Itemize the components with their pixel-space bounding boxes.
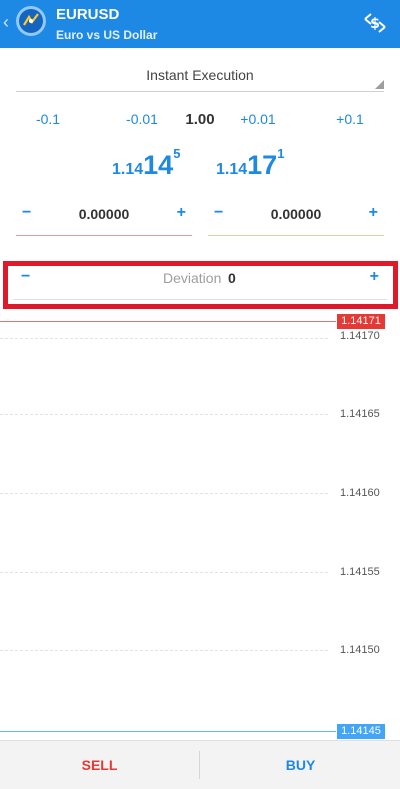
bid-price-line — [0, 731, 336, 732]
execution-type-label: Instant Execution — [146, 67, 254, 83]
buy-button[interactable]: BUY — [201, 741, 400, 789]
bid-price-point: 5 — [173, 145, 181, 161]
grid-line — [0, 572, 328, 573]
grid-line — [0, 414, 328, 415]
price-level-label: 1.14150 — [340, 644, 380, 656]
price-level-label: 1.14160 — [340, 487, 380, 499]
deviation-label: Deviation — [163, 270, 222, 286]
dropdown-corner-icon — [375, 80, 384, 89]
execution-type-dropdown[interactable]: Instant Execution — [16, 58, 384, 92]
price-level-label: 1.14165 — [340, 408, 380, 420]
bid-price: 1.14145 — [112, 146, 180, 181]
volume-minus-0.01-button[interactable]: -0.01 — [112, 111, 172, 127]
stop-loss-increase-button[interactable]: + — [177, 204, 186, 222]
top-app-bar: ‹ EURUSD Euro vs US Dollar $ — [0, 0, 400, 48]
deviation-decrease-button[interactable]: − — [21, 268, 30, 286]
bid-price-tag: 1.14145 — [337, 724, 385, 739]
take-profit-stepper[interactable]: − 0.00000 + — [208, 198, 384, 236]
chevron-left-icon[interactable]: ‹ — [3, 12, 9, 33]
bid-price-prefix: 1.14 — [112, 161, 144, 178]
volume-minus-0.1-button[interactable]: -0.1 — [18, 111, 78, 127]
symbol-name: EURUSD — [56, 6, 120, 23]
symbol-description: Euro vs US Dollar — [56, 28, 158, 42]
svg-text:$: $ — [370, 16, 380, 32]
order-actions-bar: SELL BUY — [0, 740, 400, 789]
take-profit-value[interactable]: 0.00000 — [208, 206, 384, 222]
ask-price-pips: 17 — [247, 150, 278, 180]
price-level-label: 1.14170 — [340, 330, 380, 342]
stop-loss-stepper[interactable]: − 0.00000 + — [16, 198, 192, 236]
stop-loss-value[interactable]: 0.00000 — [16, 206, 192, 222]
ask-price: 1.14171 — [216, 146, 284, 181]
grid-line — [0, 338, 328, 339]
bid-price-pips: 14 — [143, 150, 174, 180]
volume-plus-0.1-button[interactable]: +0.1 — [320, 111, 380, 127]
volume-plus-0.01-button[interactable]: +0.01 — [228, 111, 288, 127]
deviation-value[interactable]: 0 — [228, 270, 236, 286]
grid-line — [0, 650, 328, 651]
deviation-stepper[interactable]: − Deviation 0 + — [13, 268, 387, 300]
actions-divider — [199, 751, 200, 779]
take-profit-increase-button[interactable]: + — [369, 204, 378, 222]
sell-button[interactable]: SELL — [0, 741, 199, 789]
volume-value[interactable]: 1.00 — [170, 111, 230, 128]
ask-price-prefix: 1.14 — [216, 161, 248, 178]
app-logo-icon[interactable] — [16, 6, 46, 36]
deviation-increase-button[interactable]: + — [370, 268, 379, 286]
ask-price-tag: 1.14171 — [337, 314, 385, 329]
tick-chart: 1.14171 1.14170 1.14165 1.14160 1.14155 … — [0, 314, 400, 740]
currency-exchange-icon[interactable]: $ — [362, 11, 388, 40]
ask-price-line — [0, 321, 336, 322]
price-level-label: 1.14155 — [340, 566, 380, 578]
grid-line — [0, 493, 328, 494]
ask-price-point: 1 — [277, 145, 285, 161]
